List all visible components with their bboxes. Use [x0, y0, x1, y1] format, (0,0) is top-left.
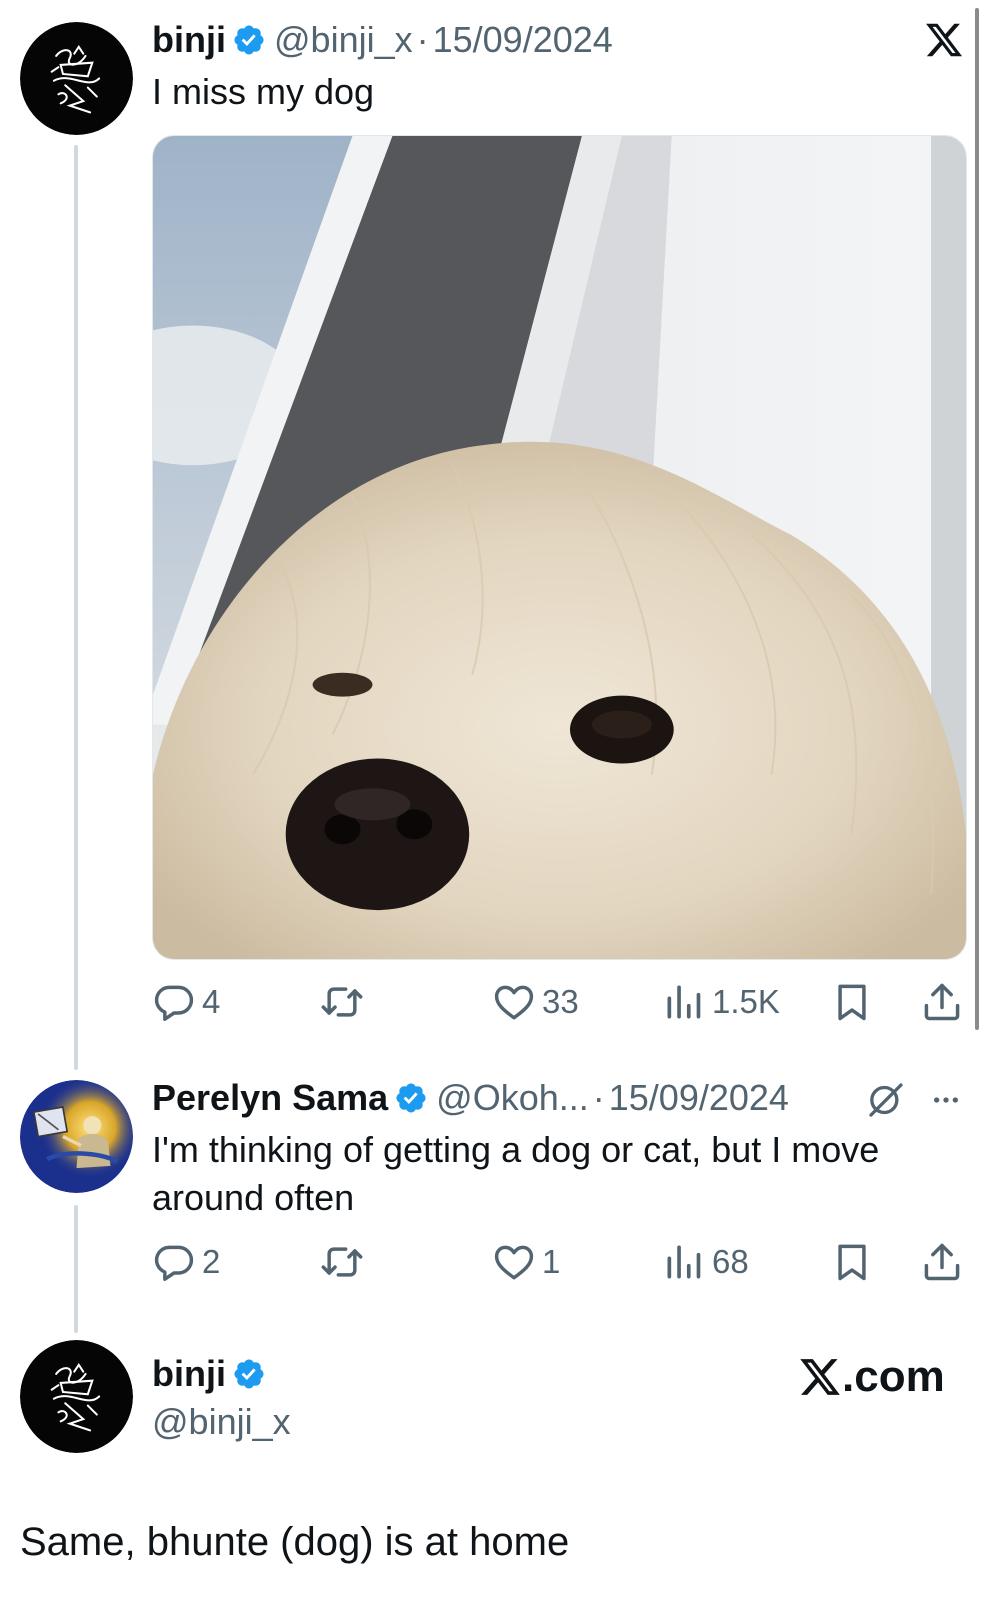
share-button[interactable]: [920, 980, 964, 1024]
bookmark-button[interactable]: [830, 980, 874, 1024]
view-count: 1.5K: [712, 983, 780, 1020]
tweet-text-line: around often: [152, 1177, 355, 1218]
reply-button[interactable]: 4: [152, 980, 220, 1024]
like-count: 1: [542, 1243, 561, 1280]
separator: ·: [416, 19, 429, 60]
like-button[interactable]: 1: [492, 1240, 560, 1284]
bookmark-icon: [830, 1240, 874, 1284]
bookmark-icon: [830, 980, 874, 1024]
reply-count: 2: [202, 1243, 221, 1280]
retweet-icon: [320, 1240, 364, 1284]
share-icon: [920, 980, 964, 1024]
timestamp[interactable]: 15/09/2024: [433, 18, 613, 62]
tweet-media-image[interactable]: [152, 135, 967, 960]
handle[interactable]: @Okoh...: [436, 1076, 589, 1120]
timestamp[interactable]: 15/09/2024: [609, 1076, 789, 1120]
tweet-text: I miss my dog: [152, 71, 375, 112]
tweet-header: binji @binji_x · 15/09/2024: [152, 18, 613, 62]
tweet-header: Perelyn Sama @Okoh... · 15/09/2024: [152, 1076, 789, 1120]
reply-icon: [152, 1240, 196, 1284]
avatar[interactable]: [20, 1340, 133, 1453]
verified-badge-icon: [232, 1357, 266, 1391]
x-com-suffix: .com: [842, 1352, 945, 1401]
reply-icon: [152, 980, 196, 1024]
like-count: 33: [542, 983, 579, 1020]
tweet-text-line: I'm thinking of getting a dog or cat, bu…: [152, 1129, 880, 1170]
handle[interactable]: @binji_x: [274, 18, 413, 62]
views-icon: [662, 1240, 706, 1284]
tweet-header: binji: [152, 1352, 274, 1396]
tweet-text: I'm thinking of getting a dog or cat, bu…: [152, 1126, 879, 1222]
x-com-watermark: .com: [798, 1352, 945, 1402]
display-name[interactable]: binji: [152, 18, 226, 62]
display-name[interactable]: Perelyn Sama: [152, 1076, 388, 1120]
avatar[interactable]: [20, 22, 133, 135]
display-name[interactable]: binji: [152, 1352, 226, 1396]
verified-badge-icon: [232, 23, 266, 57]
tweet-text: Same, bhunte (dog) is at home: [20, 1520, 570, 1564]
share-icon: [920, 1240, 964, 1284]
handle[interactable]: @binji_x: [152, 1400, 291, 1444]
reply-button[interactable]: 2: [152, 1240, 220, 1284]
views-icon: [662, 980, 706, 1024]
like-button[interactable]: 33: [492, 980, 579, 1024]
like-icon: [492, 980, 536, 1024]
view-count: 68: [712, 1243, 749, 1280]
views-button[interactable]: 68: [662, 1240, 749, 1284]
verified-badge-icon: [394, 1081, 428, 1115]
bookmark-button[interactable]: [830, 1240, 874, 1284]
retweet-button[interactable]: [320, 980, 364, 1024]
views-button[interactable]: 1.5K: [662, 980, 780, 1024]
like-icon: [492, 1240, 536, 1284]
thread-line: [74, 145, 78, 1070]
share-button[interactable]: [920, 1240, 964, 1284]
retweet-button[interactable]: [320, 1240, 364, 1284]
x-logo-icon: [798, 1355, 842, 1399]
avatar[interactable]: [20, 1080, 133, 1193]
thread-line: [74, 1205, 78, 1333]
reply-count: 4: [202, 983, 221, 1020]
scrollbar[interactable]: [975, 8, 979, 1030]
more-icon[interactable]: [928, 1084, 964, 1116]
separator: ·: [592, 1077, 605, 1118]
retweet-icon: [320, 980, 364, 1024]
grok-icon[interactable]: [866, 1080, 906, 1120]
x-logo-icon: [924, 20, 964, 60]
